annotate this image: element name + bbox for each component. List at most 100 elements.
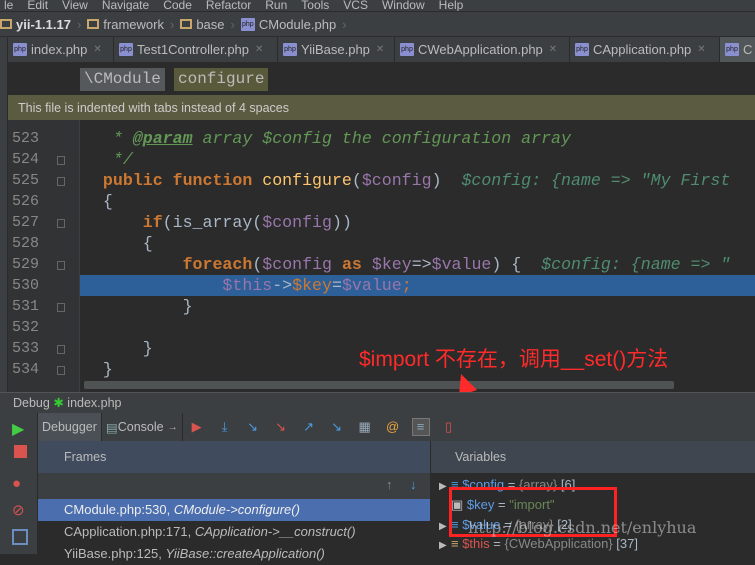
php-file-icon: php: [575, 43, 589, 56]
php-file-icon: php: [13, 43, 27, 56]
horizontal-scrollbar[interactable]: [84, 381, 674, 389]
arrow-down-icon[interactable]: ↓: [410, 477, 417, 492]
close-icon[interactable]: ✕: [697, 44, 705, 55]
breadcrumb-file[interactable]: php CModule.php: [237, 17, 340, 32]
code-line: * @param array $config the configuration…: [83, 129, 571, 148]
line-number: 524: [12, 151, 40, 168]
tab-debugger[interactable]: Debugger: [38, 413, 102, 441]
line-number: 530: [12, 277, 40, 294]
frame-item[interactable]: CApplication.php:171, CApplication->__co…: [38, 521, 430, 543]
fold-icon[interactable]: [57, 366, 65, 375]
line-number: 525: [12, 172, 40, 189]
stop-icon[interactable]: [14, 445, 27, 458]
nav-method[interactable]: configure: [174, 68, 269, 91]
php-file-icon: php: [240, 17, 255, 31]
close-icon[interactable]: ✕: [93, 44, 101, 55]
line-number: 526: [12, 193, 40, 210]
fold-icon[interactable]: [57, 156, 65, 165]
evaluate-expression-icon[interactable]: ▦: [357, 419, 373, 435]
breadcrumb-project[interactable]: yii-1.1.17: [0, 17, 75, 32]
debug-panel-header: Debug ✱ index.php: [0, 392, 755, 413]
separator-icon: ›: [76, 16, 82, 32]
watch-icon[interactable]: @: [385, 419, 401, 435]
code-line-current: $this->$key=$value;: [222, 276, 412, 295]
restore-layout-icon[interactable]: ▯: [441, 419, 457, 435]
tab-test1controller[interactable]: php Test1Controller.php ✕: [114, 37, 278, 62]
show-execution-point-icon[interactable]: ▶: [189, 419, 205, 435]
variable-this[interactable]: ▶ ≡ $this = {CWebApplication} [37]: [439, 534, 638, 554]
debug-toolbar: Debugger ▤ Console → ▶ ⤓ ↘ ↘ ↗ ↘ ▦ @ ≡ ▯: [38, 413, 755, 441]
tab-capplication[interactable]: php CApplication.php ✕: [570, 37, 720, 62]
breadcrumb-base[interactable]: base: [176, 17, 228, 32]
code-line: if(is_array($config)): [142, 213, 352, 232]
breadcrumb-framework[interactable]: framework: [83, 17, 168, 32]
folder-icon: [180, 19, 193, 29]
line-number: 527: [12, 214, 40, 231]
frame-item[interactable]: YiiBase.php:125, YiiBase::createApplicat…: [38, 543, 430, 561]
frames-toolbar: ↑ ↓: [38, 473, 430, 499]
tab-index[interactable]: php index.php ✕: [8, 37, 114, 62]
structure-breadcrumb: \CModule configure: [8, 63, 755, 95]
line-number: 529: [12, 256, 40, 273]
left-tool-strip: [0, 37, 8, 392]
fold-icon[interactable]: [57, 261, 65, 270]
bug-icon: ✱: [53, 396, 64, 410]
tab-console[interactable]: ▤ Console →: [102, 413, 183, 441]
object-icon: ≡: [451, 536, 463, 551]
fold-icon[interactable]: [57, 219, 65, 228]
step-over-icon[interactable]: ⤓: [217, 419, 233, 435]
nav-class[interactable]: \CModule: [80, 68, 165, 91]
debug-config[interactable]: index.php: [67, 396, 121, 410]
force-step-into-icon[interactable]: ↘: [273, 419, 289, 435]
resume-icon[interactable]: ▶: [12, 419, 28, 438]
code-line: }: [83, 297, 193, 316]
code-line: */: [83, 150, 133, 169]
close-icon[interactable]: ✕: [255, 44, 263, 55]
php-file-icon: php: [725, 43, 739, 56]
close-icon[interactable]: ✕: [376, 44, 384, 55]
separator-icon: ›: [342, 16, 347, 32]
run-to-cursor-icon[interactable]: ↘: [329, 419, 345, 435]
folder-icon: [87, 19, 100, 29]
menu-bar: le Edit View Navigate Code Refactor Run Tools VC…: [0, 0, 755, 11]
editor-tabs: php index.php ✕ php Test1Controller.php ✕ ph…: [8, 37, 755, 63]
indent-notice: This file is indented with tabs instead …: [8, 95, 755, 120]
line-number: 534: [12, 361, 40, 378]
expand-icon[interactable]: ▶: [439, 536, 451, 556]
watermark: http://blog.csdn.net/enlyhua: [468, 518, 697, 537]
line-number: 531: [12, 298, 40, 315]
frames-header: Frames: [38, 441, 430, 473]
mute-breakpoints-icon[interactable]: ⊘: [12, 501, 28, 519]
tab-cwebapplication[interactable]: php CWebApplication.php ✕: [395, 37, 570, 62]
folder-icon: [0, 19, 12, 29]
separator-icon: ›: [230, 16, 235, 32]
line-number: 532: [12, 319, 40, 336]
code-line: {: [83, 234, 153, 253]
fold-icon[interactable]: [57, 303, 65, 312]
layout-icon[interactable]: [12, 529, 28, 545]
breakpoints-icon[interactable]: ●: [12, 475, 28, 492]
console-icon: ▤: [105, 420, 118, 435]
code-line: foreach($config as $key=>$value) { $conf…: [182, 255, 731, 274]
variables-header: Variables: [430, 441, 755, 473]
php-file-icon: php: [400, 43, 414, 56]
code-line: {: [83, 192, 113, 211]
arrow-up-icon[interactable]: ↑: [386, 477, 393, 492]
close-icon[interactable]: ✕: [549, 44, 557, 55]
annotation-text: $import 不存在，调用__set()方法: [359, 348, 669, 371]
step-out-icon[interactable]: ↗: [301, 419, 317, 435]
breadcrumb: yii-1.1.17 › framework › base › php CModule.…: [0, 11, 755, 37]
tab-cmodule[interactable]: php C: [720, 37, 755, 62]
frame-item[interactable]: CModule.php:530, CModule->configure(): [38, 499, 430, 521]
debug-side-toolbar: ▶ ● ⊘: [0, 413, 38, 554]
fold-icon[interactable]: [57, 177, 65, 186]
line-number: 528: [12, 235, 40, 252]
php-file-icon: php: [283, 43, 297, 56]
tab-yiibase[interactable]: php YiiBase.php ✕: [278, 37, 395, 62]
separator-icon: ›: [169, 16, 175, 32]
line-number: 533: [12, 340, 40, 357]
pin-icon: →: [167, 421, 178, 433]
step-into-icon[interactable]: ↘: [245, 419, 261, 435]
fold-icon[interactable]: [57, 345, 65, 354]
show-values-icon[interactable]: ≡: [411, 418, 430, 436]
